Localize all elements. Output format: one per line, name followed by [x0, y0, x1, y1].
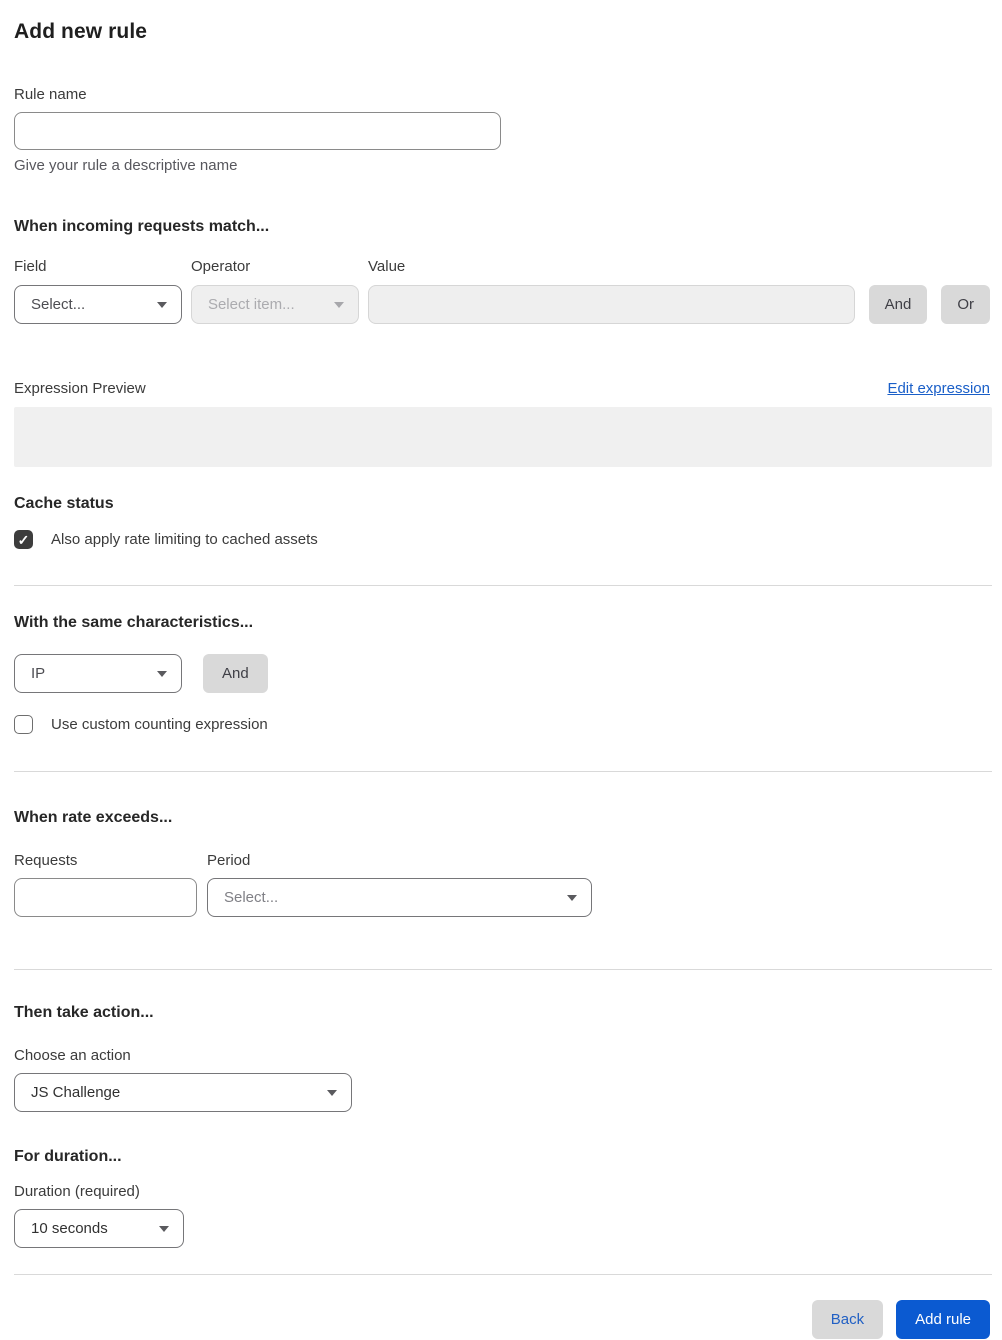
divider — [14, 1274, 992, 1275]
page-title: Add new rule — [14, 20, 148, 43]
divider — [14, 969, 992, 970]
cached-assets-checkbox[interactable]: ✓ — [14, 530, 33, 549]
divider — [14, 585, 992, 586]
rule-name-helper: Give your rule a descriptive name — [14, 157, 238, 174]
field-label: Field — [14, 258, 47, 275]
period-select[interactable]: Select... — [207, 878, 592, 917]
back-button[interactable]: Back — [811, 1300, 884, 1339]
edit-expression-link[interactable]: Edit expression — [887, 380, 990, 397]
expression-preview-box — [14, 407, 992, 467]
choose-action-label: Choose an action — [14, 1047, 131, 1064]
chevron-down-icon — [156, 301, 167, 308]
field-select[interactable]: Select... — [14, 285, 182, 324]
chevron-down-icon — [333, 301, 344, 308]
add-rule-page: Add new rule Rule name Give your rule a … — [0, 0, 1002, 1340]
operator-select: Select item... — [190, 285, 359, 324]
and-expression-button[interactable]: And — [868, 285, 928, 324]
value-input — [367, 285, 855, 324]
chevron-down-icon — [567, 894, 577, 901]
field-select-value: Select... — [31, 296, 86, 313]
action-heading: Then take action... — [14, 1004, 154, 1021]
duration-label: Duration (required) — [14, 1183, 140, 1200]
rule-name-input[interactable] — [14, 112, 501, 150]
chevron-down-icon — [157, 670, 167, 677]
requests-label: Requests — [14, 852, 78, 869]
match-section-heading: When incoming requests match... — [14, 218, 270, 235]
chevron-down-icon — [327, 1089, 337, 1096]
custom-counting-checkbox[interactable] — [14, 715, 33, 734]
checkmark-icon: ✓ — [17, 531, 30, 548]
duration-select[interactable]: 10 seconds — [14, 1209, 184, 1248]
period-select-value: Select... — [224, 889, 279, 906]
add-rule-button[interactable]: Add rule — [896, 1300, 990, 1339]
duration-heading: For duration... — [14, 1148, 122, 1165]
expression-preview-label: Expression Preview — [14, 380, 146, 397]
custom-counting-checkbox-label[interactable]: Use custom counting expression — [51, 716, 268, 733]
duration-select-value: 10 seconds — [31, 1220, 108, 1237]
characteristic-select-value: IP — [31, 665, 46, 682]
period-label: Period — [207, 852, 251, 869]
cache-status-heading: Cache status — [14, 495, 114, 512]
action-select-value: JS Challenge — [31, 1084, 121, 1101]
operator-label: Operator — [191, 258, 251, 275]
chevron-down-icon — [159, 1225, 169, 1232]
divider — [14, 771, 992, 772]
and-characteristic-button[interactable]: And — [203, 654, 268, 693]
rule-name-label: Rule name — [14, 86, 87, 103]
operator-select-value: Select item... — [207, 296, 295, 313]
action-select[interactable]: JS Challenge — [14, 1073, 352, 1112]
characteristics-heading: With the same characteristics... — [14, 614, 254, 631]
rate-heading: When rate exceeds... — [14, 809, 173, 826]
characteristic-select[interactable]: IP — [14, 654, 182, 693]
requests-input[interactable] — [14, 878, 197, 917]
value-label: Value — [368, 258, 406, 275]
or-expression-button[interactable]: Or — [941, 285, 991, 324]
cached-assets-checkbox-label[interactable]: Also apply rate limiting to cached asset… — [51, 531, 318, 548]
